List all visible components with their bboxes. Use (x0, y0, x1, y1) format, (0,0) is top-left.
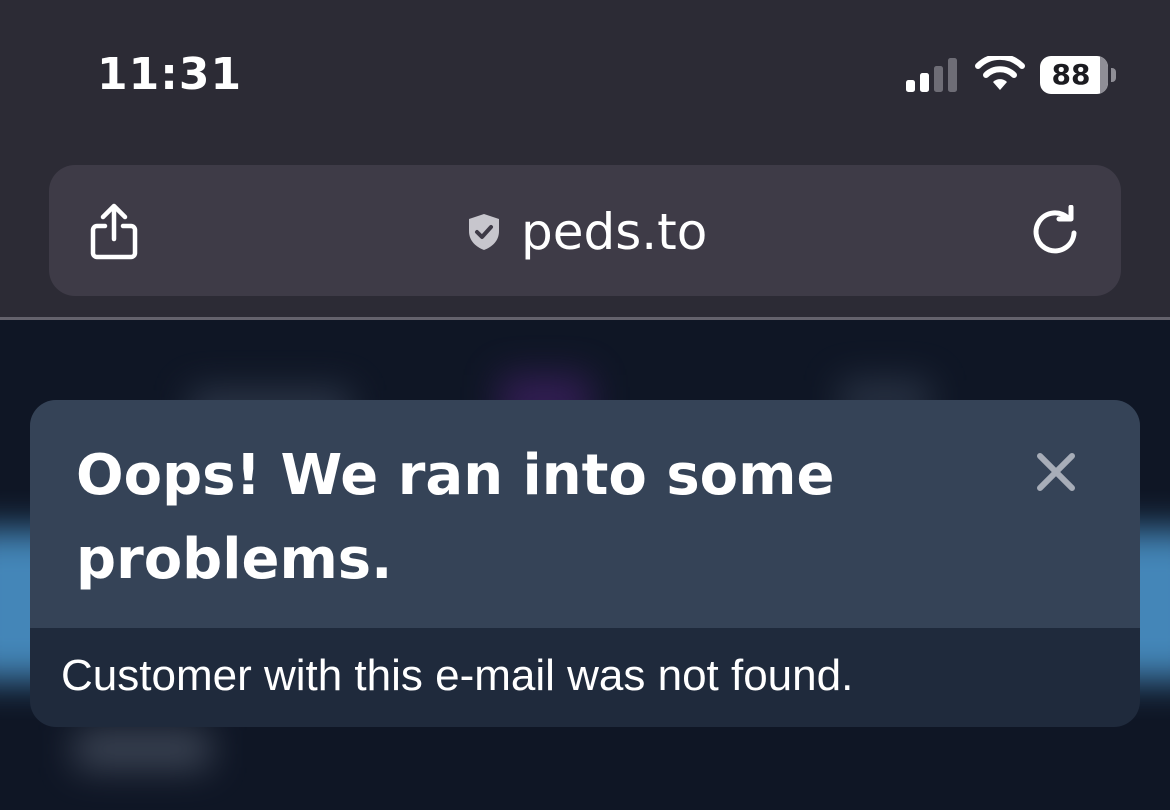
alert-body: Customer with this e-mail was not found. (30, 628, 1140, 727)
alert-header: Oops! We ran into some problems. (30, 400, 1140, 628)
reload-icon[interactable] (1029, 205, 1081, 257)
cellular-signal-icon (906, 58, 957, 92)
status-time: 11:31 (97, 49, 243, 100)
alert-title: Oops! We ran into some problems. (76, 443, 835, 592)
wifi-icon (975, 56, 1025, 90)
battery-body: 88 (1040, 56, 1108, 94)
url-display[interactable]: peds.to (467, 197, 707, 267)
shield-check-icon (469, 214, 499, 250)
battery-indicator: 88 (1040, 56, 1116, 94)
error-alert: Oops! We ran into some problems. Custome… (30, 400, 1140, 727)
address-bar[interactable]: peds.to (49, 165, 1121, 296)
status-bar: 11:31 88 (0, 0, 1170, 150)
battery-level: 88 (1051, 58, 1091, 91)
blurred-label (75, 730, 210, 768)
battery-cap (1111, 68, 1116, 82)
alert-message: Customer with this e-mail was not found. (61, 651, 854, 700)
share-icon[interactable] (85, 201, 143, 261)
close-icon[interactable] (1030, 446, 1082, 498)
url-text[interactable]: peds.to (521, 197, 707, 267)
